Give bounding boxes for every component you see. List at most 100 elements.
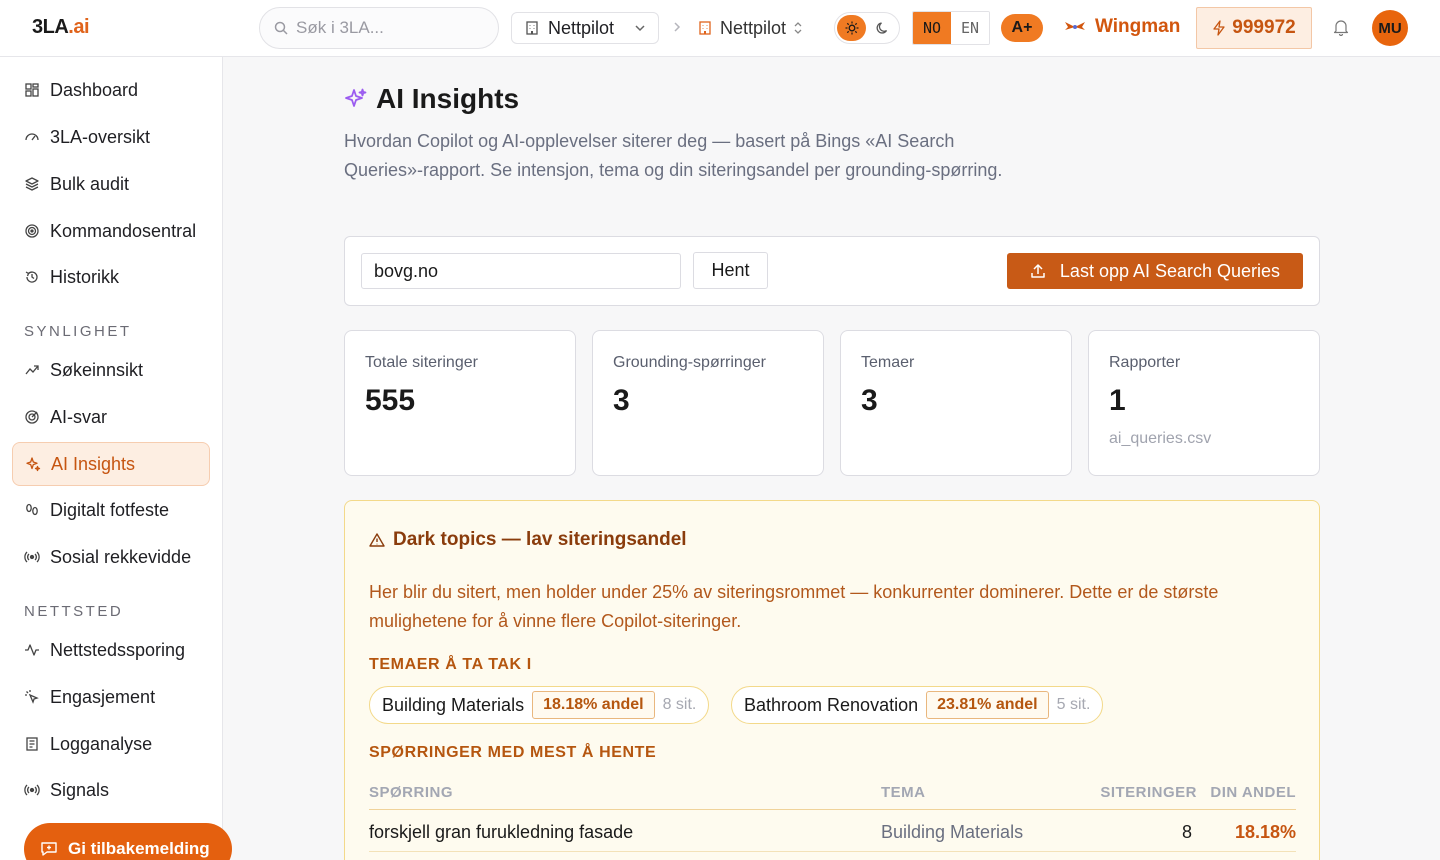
sidebar-item-sokeinnsikt[interactable]: Søkeinnsikt [12, 348, 210, 392]
search-box[interactable] [259, 7, 499, 49]
sidebar-item-label: AI Insights [51, 453, 136, 474]
sidebar-item-label: Logganalyse [50, 733, 153, 754]
search-icon [274, 21, 288, 35]
topic-name: Building Materials [382, 694, 525, 715]
sidebar-item-label: Signals [50, 779, 110, 800]
layers-icon [24, 176, 40, 192]
stat-subtext: ai_queries.csv [1109, 430, 1212, 447]
stat-card-total-citations: Totale siteringer 555 [344, 330, 576, 476]
topic-count: 8 sit. [662, 696, 697, 713]
sidebar-item-kommandosentral[interactable]: Kommandosentral [12, 209, 210, 253]
sidebar-item-engasjement[interactable]: Engasjement [12, 675, 210, 719]
citations-cell: 8 [1181, 822, 1192, 842]
sidebar: Dashboard 3LA-oversikt Bulk audit Komman… [0, 57, 232, 860]
upload-label: Last opp AI Search Queries [1059, 260, 1281, 281]
sidebar-item-logganalyse[interactable]: Logganalyse [12, 722, 210, 766]
sidebar-item-bulk-audit[interactable]: Bulk audit [12, 162, 210, 206]
chevron-right-icon [672, 20, 682, 34]
theme-toggle[interactable] [834, 12, 900, 44]
grid-icon [24, 82, 40, 98]
sidebar-item-label: Søkeinnsikt [50, 359, 144, 380]
avatar[interactable]: MU [1372, 10, 1408, 46]
history-icon [24, 269, 40, 285]
lang-en-button[interactable]: EN [951, 12, 989, 44]
page-title: AI Insights [344, 83, 519, 115]
grade-badge[interactable]: A+ [1001, 14, 1043, 42]
sun-icon[interactable] [837, 15, 866, 41]
chevron-down-icon [634, 22, 646, 34]
feedback-button[interactable]: Gi tilbakemelding [24, 823, 232, 860]
signal-icon [24, 782, 40, 798]
building-icon [524, 20, 540, 36]
sidebar-item-label: Bulk audit [50, 173, 130, 194]
stat-value: 555 [365, 384, 416, 417]
sidebar-item-signals[interactable]: Signals [12, 768, 210, 812]
footprints-icon [24, 502, 40, 518]
sidebar-item-nettstedssporing[interactable]: Nettstedssporing [12, 628, 210, 672]
wingman-label: Wingman [1095, 16, 1181, 37]
fetch-button[interactable]: Hent [693, 252, 768, 289]
stat-value: 1 [1109, 384, 1126, 417]
site-name: Nettpilot [720, 17, 787, 38]
dark-topics-title-text: Dark topics — lav siteringsandel [393, 529, 687, 550]
topic-share: 18.18% andel [532, 691, 655, 719]
sidebar-item-3la-oversikt[interactable]: 3LA-oversikt [12, 115, 210, 159]
click-icon [24, 689, 40, 705]
project-name: Nettpilot [548, 17, 615, 38]
topic-count: 5 sit. [1056, 696, 1091, 713]
sidebar-item-label: 3LA-oversikt [50, 126, 151, 147]
sidebar-item-label: Dashboard [50, 79, 139, 100]
building-icon [697, 20, 713, 36]
stat-label: Grounding-spørringer [613, 354, 766, 371]
stat-card-topics: Temaer 3 [840, 330, 1072, 476]
topic-chip[interactable]: Bathroom Renovation 23.81% andel 5 sit. [731, 686, 1104, 724]
stat-label: Totale siteringer [365, 354, 478, 371]
lang-no-button[interactable]: NO [913, 12, 951, 44]
domain-form-card: Hent Last opp AI Search Queries [344, 236, 1320, 306]
sidebar-item-ai-insights[interactable]: AI Insights [12, 442, 210, 486]
upload-button[interactable]: Last opp AI Search Queries [1007, 253, 1303, 289]
site-select[interactable]: Nettpilot [697, 14, 803, 42]
queries-table: SPØRRING TEMA SITERINGER DIN ANDEL forsk… [369, 776, 1296, 852]
sidebar-item-label: Kommandosentral [50, 220, 197, 241]
wingman-button[interactable]: Wingman [1063, 16, 1180, 38]
sidebar-item-label: Digitalt fotfeste [50, 499, 170, 520]
logo[interactable]: 3LA.ai [32, 16, 90, 39]
column-header-topic: TEMA [881, 784, 926, 801]
feedback-label: Gi tilbakemelding [68, 839, 210, 858]
project-select[interactable]: Nettpilot [511, 12, 659, 44]
sidebar-item-label: Engasjement [50, 686, 156, 707]
queries-heading: SPØRRINGER MED MEST Å HENTE [369, 744, 657, 761]
moon-icon[interactable] [868, 15, 897, 41]
sidebar-item-digitalt-fotfeste[interactable]: Digitalt fotfeste [12, 488, 210, 532]
warning-icon [369, 532, 385, 548]
activity-icon [24, 642, 40, 658]
section-heading-synlighet: SYNLIGHET [24, 323, 132, 340]
domain-input[interactable] [361, 253, 681, 289]
language-switch[interactable]: NO EN [912, 11, 990, 45]
stat-card-grounding-queries: Grounding-spørringer 3 [592, 330, 824, 476]
dark-topics-card: Dark topics — lav siteringsandel Her bli… [344, 500, 1320, 860]
wings-icon [1063, 19, 1087, 35]
column-header-citations: SITERINGER [1100, 784, 1197, 801]
sidebar-item-historikk[interactable]: Historikk [12, 255, 210, 299]
query-cell: forskjell gran furukledning fasade [369, 822, 634, 842]
bell-icon[interactable] [1333, 19, 1349, 36]
sidebar-item-dashboard[interactable]: Dashboard [12, 68, 210, 112]
column-header-share: DIN ANDEL [1210, 784, 1296, 801]
dark-topics-description: Her blir du sitert, men holder under 25%… [369, 582, 1219, 631]
sidebar-item-label: Sosial rekkevidde [50, 546, 192, 567]
search-input[interactable] [296, 18, 476, 38]
credits-badge[interactable]: 999972 [1196, 7, 1312, 49]
stat-value: 3 [613, 384, 630, 417]
sidebar-item-ai-svar[interactable]: AI-svar [12, 395, 210, 439]
topic-share: 23.81% andel [926, 691, 1049, 719]
topic-chip[interactable]: Building Materials 18.18% andel 8 sit. [369, 686, 710, 724]
trend-icon [24, 362, 40, 378]
column-header-query: SPØRRING [369, 784, 454, 801]
sparkles-icon [344, 87, 368, 111]
bolt-icon [1212, 20, 1226, 36]
section-heading-nettsted: NETTSTED [24, 603, 124, 620]
table-row[interactable]: forskjell gran furukledning fasade Build… [369, 810, 1296, 852]
sidebar-item-sosial-rekkevidde[interactable]: Sosial rekkevidde [12, 535, 210, 579]
